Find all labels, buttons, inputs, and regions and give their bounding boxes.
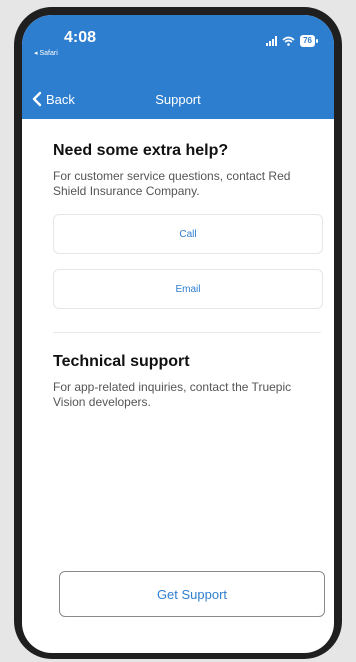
wifi-icon — [282, 36, 295, 46]
battery-level: 76 — [300, 35, 315, 47]
back-to-app-link[interactable]: ◂ Safari — [34, 49, 58, 57]
get-support-button[interactable]: Get Support — [59, 571, 325, 617]
status-icons: 76 — [266, 35, 318, 47]
technical-support-text: For app-related inquiries, contact the T… — [53, 380, 292, 409]
page-title: Support — [155, 91, 201, 107]
cellular-signal-icon — [266, 36, 278, 46]
status-bar: 4:08 ◂ Safari 76 — [22, 15, 334, 79]
status-time: 4:08 — [64, 29, 97, 46]
navigation-bar: Back Support — [22, 79, 334, 119]
section-divider — [53, 332, 321, 333]
app-screen: 4:08 ◂ Safari 76 Back Support Need some … — [22, 15, 334, 653]
extra-help-text: For customer service questions, contact … — [53, 169, 291, 198]
extra-help-heading: Need some extra help? — [53, 142, 229, 159]
technical-support-heading: Technical support — [53, 353, 190, 370]
call-button[interactable]: Call — [53, 214, 323, 254]
battery-icon — [316, 39, 318, 43]
email-button[interactable]: Email — [53, 269, 323, 309]
